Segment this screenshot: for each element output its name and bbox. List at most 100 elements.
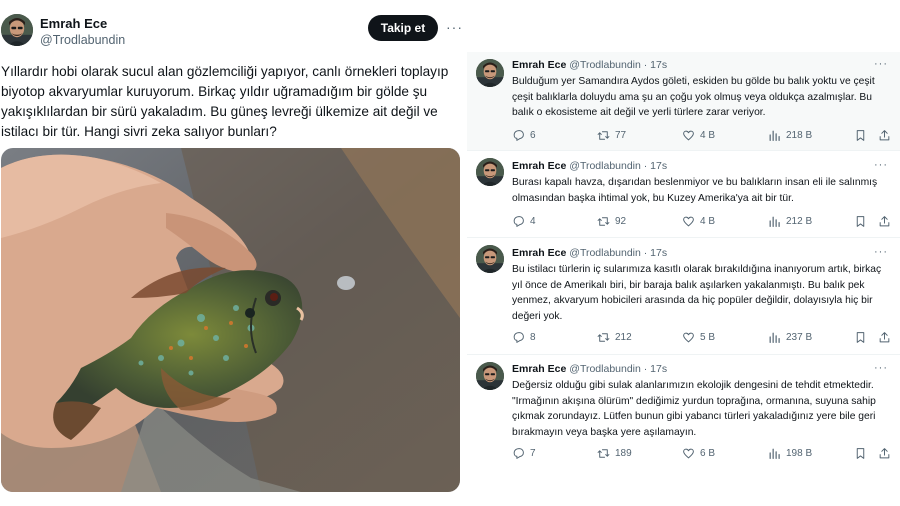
like-count: 4 B xyxy=(700,129,716,141)
author-name[interactable]: Emrah Ece xyxy=(512,59,566,71)
view-count: 218 B xyxy=(786,129,813,141)
share-icon xyxy=(878,447,891,460)
reply-icon xyxy=(512,129,525,142)
reply-count: 8 xyxy=(530,331,536,343)
avatar[interactable] xyxy=(476,158,504,186)
reply-text: Değersiz olduğu gibi sulak alanlarımızın… xyxy=(512,380,876,438)
reply-button[interactable]: 4 xyxy=(512,213,536,229)
share-button[interactable] xyxy=(878,329,896,345)
bookmark-icon xyxy=(854,447,867,460)
bookmark-button[interactable] xyxy=(854,213,872,229)
reply-text: Bu istilacı türlerin iç sularımıza kasıt… xyxy=(512,264,882,322)
tweet-photo[interactable] xyxy=(1,148,460,492)
more-options-icon[interactable]: ··· xyxy=(874,362,888,374)
view-count: 198 B xyxy=(786,447,813,459)
retweet-button[interactable]: 212 xyxy=(597,329,632,345)
more-options-icon[interactable]: ··· xyxy=(446,19,463,35)
views-button[interactable]: 218 B xyxy=(768,127,812,143)
reply-count: 7 xyxy=(530,447,536,459)
avatar[interactable] xyxy=(476,59,504,87)
reply-text: Burası kapalı havza, dışarıdan beslenmiy… xyxy=(512,177,878,204)
action-bar: 7 189 6 B 198 B xyxy=(512,445,892,461)
main-tweet: Emrah Ece @Trodlabundin Takip et ··· Yıl… xyxy=(0,0,468,506)
retweet-button[interactable]: 92 xyxy=(597,213,626,229)
views-icon xyxy=(768,215,781,228)
reply-icon xyxy=(512,447,525,460)
author-name[interactable]: Emrah Ece xyxy=(512,160,566,172)
reply-tweet[interactable]: Emrah Ece @Trodlabundin · 17s ··· Burası … xyxy=(467,151,900,237)
views-button[interactable]: 237 B xyxy=(768,329,812,345)
reply-button[interactable]: 6 xyxy=(512,127,536,143)
author-handle[interactable]: @Trodlabundin xyxy=(40,33,125,47)
retweet-icon xyxy=(597,331,610,344)
reply-author[interactable]: Emrah Ece @Trodlabundin · 17s xyxy=(512,160,667,172)
like-count: 6 B xyxy=(700,447,716,459)
avatar[interactable] xyxy=(476,362,504,390)
like-icon xyxy=(682,129,695,142)
action-bar: 8 212 5 B 237 B xyxy=(512,329,892,345)
reply-author[interactable]: Emrah Ece @Trodlabundin · 17s xyxy=(512,247,667,259)
bookmark-icon xyxy=(854,215,867,228)
retweet-icon xyxy=(597,447,610,460)
like-button[interactable]: 5 B xyxy=(682,329,715,345)
bookmark-button[interactable] xyxy=(854,127,872,143)
more-options-icon[interactable]: ··· xyxy=(874,159,888,171)
bookmark-button[interactable] xyxy=(854,445,872,461)
avatar[interactable] xyxy=(476,245,504,273)
action-bar: 4 92 4 B 212 B xyxy=(512,213,892,229)
reply-author[interactable]: Emrah Ece @Trodlabundin · 17s xyxy=(512,363,667,375)
reply-tweet[interactable]: Emrah Ece @Trodlabundin · 17s ··· Bulduğu… xyxy=(467,52,900,150)
share-icon xyxy=(878,215,891,228)
bookmark-icon xyxy=(854,331,867,344)
reply-count: 4 xyxy=(530,215,536,227)
views-icon xyxy=(768,331,781,344)
share-icon xyxy=(878,331,891,344)
like-button[interactable]: 4 B xyxy=(682,127,715,143)
views-icon xyxy=(768,447,781,460)
like-button[interactable]: 4 B xyxy=(682,213,715,229)
like-count: 5 B xyxy=(700,331,716,343)
author-handle[interactable]: @Trodlabundin · 17s xyxy=(569,247,667,259)
author-name[interactable]: Emrah Ece xyxy=(512,247,566,259)
avatar[interactable] xyxy=(1,14,33,46)
views-icon xyxy=(768,129,781,142)
author-name[interactable]: Emrah Ece xyxy=(512,363,566,375)
replies-panel: Emrah Ece @Trodlabundin · 17s ··· Bulduğu… xyxy=(467,0,900,506)
share-button[interactable] xyxy=(878,213,896,229)
reply-count: 6 xyxy=(530,129,536,141)
reply-icon xyxy=(512,215,525,228)
views-button[interactable]: 212 B xyxy=(768,213,812,229)
like-icon xyxy=(682,447,695,460)
like-button[interactable]: 6 B xyxy=(682,445,715,461)
retweet-count: 189 xyxy=(615,447,632,459)
reply-text: Bulduğum yer Samandıra Aydos göleti, esk… xyxy=(512,76,875,119)
retweet-button[interactable]: 189 xyxy=(597,445,632,461)
like-count: 4 B xyxy=(700,215,716,227)
bookmark-icon xyxy=(854,129,867,142)
like-icon xyxy=(682,215,695,228)
share-button[interactable] xyxy=(878,445,896,461)
share-button[interactable] xyxy=(878,127,896,143)
reply-tweet[interactable]: Emrah Ece @Trodlabundin · 17s ··· Değersi… xyxy=(467,355,900,473)
reply-tweet[interactable]: Emrah Ece @Trodlabundin · 17s ··· Bu isti… xyxy=(467,238,900,354)
retweet-count: 77 xyxy=(615,129,627,141)
like-icon xyxy=(682,331,695,344)
views-button[interactable]: 198 B xyxy=(768,445,812,461)
reply-button[interactable]: 8 xyxy=(512,329,536,345)
author-handle[interactable]: @Trodlabundin · 17s xyxy=(569,160,667,172)
reply-author[interactable]: Emrah Ece @Trodlabundin · 17s xyxy=(512,59,667,71)
retweet-button[interactable]: 77 xyxy=(597,127,626,143)
reply-icon xyxy=(512,331,525,344)
tweet-header: Emrah Ece @Trodlabundin Takip et ··· xyxy=(0,14,468,50)
bookmark-button[interactable] xyxy=(854,329,872,345)
retweet-count: 92 xyxy=(615,215,627,227)
more-options-icon[interactable]: ··· xyxy=(874,246,888,258)
author-handle[interactable]: @Trodlabundin · 17s xyxy=(569,363,667,375)
action-bar: 6 77 4 B 218 B xyxy=(512,127,892,143)
author-handle[interactable]: @Trodlabundin · 17s xyxy=(569,59,667,71)
reply-button[interactable]: 7 xyxy=(512,445,536,461)
retweet-icon xyxy=(597,215,610,228)
more-options-icon[interactable]: ··· xyxy=(874,58,888,70)
follow-button[interactable]: Takip et xyxy=(368,15,438,41)
author-name[interactable]: Emrah Ece xyxy=(40,16,107,31)
